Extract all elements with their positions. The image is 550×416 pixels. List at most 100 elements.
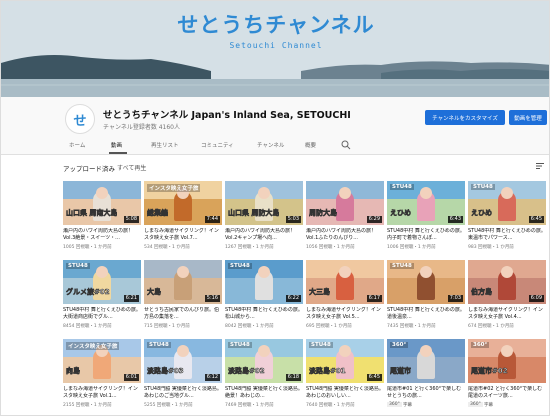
- video-card[interactable]: STU48 淡路島#03 6:12 STU48門脇 実優菜と行く淡路島。あわじのご当地…: [144, 339, 222, 413]
- video-card[interactable]: STU48 グルメ旅#02 6:21 STU48中村 舞と行くえひめの旅。大街道商店街…: [63, 260, 141, 334]
- thumbnail-overlay-text: 山口県 周南大島: [66, 209, 118, 218]
- video-card[interactable]: 周防大島 6:29 瀬戸内のハワイ周防大島の旅！Vol.1ふたりのんびり... 105…: [306, 181, 384, 255]
- video-card[interactable]: STU48 淡路島#02 6:18 STU48門脇 実優菜と行く淡路島。絶景！あわじの…: [225, 339, 303, 413]
- tab-playlists[interactable]: 再生リスト: [151, 141, 179, 149]
- thumbnail-tag: STU48: [309, 342, 333, 348]
- video-title[interactable]: STU48門脇 実優菜と行く淡路島。絶景！あわじの...: [225, 386, 303, 400]
- tab-about[interactable]: 概要: [305, 141, 316, 149]
- channel-avatar[interactable]: せ: [65, 104, 95, 134]
- thumbnail-overlay-text: 尾道市#02: [471, 367, 508, 376]
- video-thumbnail[interactable]: インスタ映え女子旅 総集編 7:44: [144, 181, 222, 225]
- video-thumbnail[interactable]: STU48 淡路島#02 6:18: [225, 339, 303, 383]
- video-duration: 5:16: [204, 295, 220, 302]
- thumbnail-overlay-text: 周防大島: [309, 209, 337, 218]
- thumbnail-head: [339, 266, 351, 278]
- video-card[interactable]: 山口県 周防大島 5:03 瀬戸内のハワイ周防大島の旅！Vol.2キャンプ場へ向..…: [225, 181, 303, 255]
- video-title[interactable]: しまなみ海道サイクリング！インスタ映え女子旅 Vol.7...: [144, 228, 222, 242]
- video-card[interactable]: STU48 7:03 STU48中村 舞と行くえひめの旅。道後温泉... 7435 回…: [387, 260, 465, 334]
- thumbnail-overlay-text: グルメ旅#02: [66, 288, 110, 297]
- thumbnail-overlay-text: えひめ: [390, 209, 411, 218]
- sort-icon[interactable]: [535, 161, 545, 171]
- thumbnail-tag: STU48: [66, 263, 90, 269]
- video-duration: 6:09: [528, 295, 544, 302]
- search-icon[interactable]: [341, 140, 351, 150]
- video-thumbnail[interactable]: STU48 6:22: [225, 260, 303, 304]
- badge-360: 360°: [387, 402, 402, 407]
- video-card[interactable]: インスタ映え女子旅 向島 6:01 しまなみ海道サイクリング！インスタ映え女子旅 Vo…: [63, 339, 141, 413]
- thumbnail-head: [96, 266, 108, 278]
- video-card[interactable]: 山口県 周南大島 5:08 瀬戸内のハワイ周防大島の旅！Vol.3絶景・スイーツ・.…: [63, 181, 141, 255]
- video-thumbnail[interactable]: STU48 えひめ 6:43: [387, 181, 465, 225]
- video-thumbnail[interactable]: 山口県 周防大島 5:03: [225, 181, 303, 225]
- video-thumbnail[interactable]: 360° 尾道市: [387, 339, 465, 383]
- video-thumbnail[interactable]: STU48 淡路島#01 6:45: [306, 339, 384, 383]
- video-card[interactable]: 大島 5:16 せとうち古民家でのんびり旅。伯方島の集落を... 715 回視聴・1 …: [144, 260, 222, 334]
- video-card[interactable]: STU48 淡路島#01 6:45 STU48門脇 実優菜と行く淡路島。あわじのおいし…: [306, 339, 384, 413]
- video-title[interactable]: 瀬戸内のハワイ周防大島の旅！Vol.1ふたりのんびり...: [306, 228, 384, 242]
- thumbnail-tag: STU48: [390, 263, 414, 269]
- video-meta: 695 回視聴・1 か月前: [306, 324, 352, 329]
- manage-videos-button[interactable]: 動画を管理: [509, 110, 547, 125]
- video-thumbnail[interactable]: 山口県 周南大島 5:08: [63, 181, 141, 225]
- video-title[interactable]: 尾道市#01 と行く360°で楽しむせとうちの旅...: [387, 386, 465, 400]
- video-title[interactable]: STU48門脇 実優菜と行く淡路島。あわじのご当地グル...: [144, 386, 222, 400]
- thumbnail-head: [96, 187, 108, 199]
- video-title[interactable]: 瀬戸内のハワイ周防大島の旅！Vol.2キャンプ場へ向...: [225, 228, 303, 242]
- tab-community[interactable]: コミュニティ: [201, 141, 234, 149]
- banner-brand-en: Setouchi Channel: [229, 41, 323, 50]
- video-thumbnail[interactable]: STU48 グルメ旅#02 6:21: [63, 260, 141, 304]
- video-title[interactable]: STU48門脇 実優菜と行く淡路島。あわじのおいしい...: [306, 386, 384, 400]
- video-title[interactable]: 瀬戸内のハワイ周防大島の旅！Vol.3絶景・スイーツ・...: [63, 228, 141, 242]
- badge-360: 360°: [468, 402, 483, 407]
- video-thumbnail[interactable]: STU48 7:03: [387, 260, 465, 304]
- video-card[interactable]: STU48 えひめ 6:45 STU48中村 舞と行くえひめの旅。東温市でパワース..…: [468, 181, 546, 255]
- video-title[interactable]: しまなみ海道サイクリング！インスタ映え女子旅 Vol.5...: [306, 307, 384, 321]
- video-card[interactable]: インスタ映え女子旅 総集編 7:44 しまなみ海道サイクリング！インスタ映え女子旅 V…: [144, 181, 222, 255]
- thumbnail-overlay-text: 大島: [147, 288, 161, 297]
- video-thumbnail[interactable]: インスタ映え女子旅 向島 6:01: [63, 339, 141, 383]
- video-title[interactable]: STU48中村 舞と行くえひめの旅。内子町で着物さんぽ...: [387, 228, 465, 242]
- video-duration: 6:29: [366, 216, 382, 223]
- video-title[interactable]: STU48中村 舞と行くえひめの旅。大街道商店街でグル...: [63, 307, 141, 321]
- thumbnail-tag: STU48: [390, 184, 414, 190]
- video-meta: 1056 回視聴・1 か月前: [306, 245, 355, 250]
- video-thumbnail[interactable]: 360° 尾道市#02: [468, 339, 546, 383]
- video-duration: 6:18: [285, 374, 301, 381]
- video-card[interactable]: 360° 尾道市尾道市#01 と行く360°で楽しむせとうちの旅... 360° 字幕: [387, 339, 465, 413]
- tab-videos[interactable]: 動画: [111, 141, 122, 149]
- video-title[interactable]: しまなみ海道サイクリング！インスタ映え女子旅 Vol.4...: [468, 307, 546, 321]
- video-thumbnail[interactable]: 大島 5:16: [144, 260, 222, 304]
- badge-subtitles: 字幕: [403, 403, 412, 408]
- video-thumbnail[interactable]: STU48 淡路島#03 6:12: [144, 339, 222, 383]
- play-all-link[interactable]: すべて再生: [117, 163, 146, 172]
- tab-home[interactable]: ホーム: [69, 141, 85, 149]
- video-thumbnail[interactable]: STU48 えひめ 6:45: [468, 181, 546, 225]
- active-tab-indicator: [109, 152, 127, 154]
- video-card[interactable]: 伯方島 6:09 しまなみ海道サイクリング！インスタ映え女子旅 Vol.4... 67…: [468, 260, 546, 334]
- video-title[interactable]: STU48中村 舞と行くえひめの旅。東温市でパワース...: [468, 228, 546, 242]
- video-thumbnail[interactable]: 大三島 6:17: [306, 260, 384, 304]
- section-title[interactable]: アップロード済み: [63, 163, 115, 173]
- video-title[interactable]: 尾道市#02 と行く360°で楽しむ尾道のスイーツ旅...: [468, 386, 546, 400]
- video-title[interactable]: せとうち古民家でのんびり旅。伯方島の集落を...: [144, 307, 222, 321]
- video-duration: 7:44: [204, 216, 220, 223]
- tab-channels[interactable]: チャンネル: [257, 141, 284, 149]
- video-meta: 1006 回視聴・1 か月前: [387, 245, 436, 250]
- video-title[interactable]: STU48中村 舞と行くえひめの旅。松山城から...: [225, 307, 303, 321]
- video-duration: 6:45: [366, 374, 382, 381]
- video-meta: 7469 回視聴・1 か月前: [225, 403, 274, 408]
- video-card[interactable]: 360° 尾道市#02 尾道市#02 と行く360°で楽しむ尾道のスイーツ旅... 3…: [468, 339, 546, 413]
- thumbnail-head: [339, 187, 351, 199]
- video-card[interactable]: 大三島 6:17 しまなみ海道サイクリング！インスタ映え女子旅 Vol.5... 69…: [306, 260, 384, 334]
- thumbnail-head: [258, 187, 270, 199]
- video-title[interactable]: しまなみ海道サイクリング！インスタ映え女子旅 Vol.1...: [63, 386, 141, 400]
- thumbnail-overlay-text: 大三島: [309, 288, 330, 297]
- video-card[interactable]: STU48 6:22 STU48中村 舞と行くえひめの旅。松山城から... 8042 …: [225, 260, 303, 334]
- video-card[interactable]: STU48 えひめ 6:43 STU48中村 舞と行くえひめの旅。内子町で着物さんぽ.…: [387, 181, 465, 255]
- thumbnail-tag: STU48: [471, 184, 495, 190]
- video-thumbnail[interactable]: 周防大島 6:29: [306, 181, 384, 225]
- video-title[interactable]: STU48中村 舞と行くえひめの旅。道後温泉...: [387, 307, 465, 321]
- customize-channel-button[interactable]: チャンネルをカスタマイズ: [425, 110, 505, 125]
- video-meta: 1005 回視聴・1 か月前: [63, 245, 112, 250]
- video-thumbnail[interactable]: 伯方島 6:09: [468, 260, 546, 304]
